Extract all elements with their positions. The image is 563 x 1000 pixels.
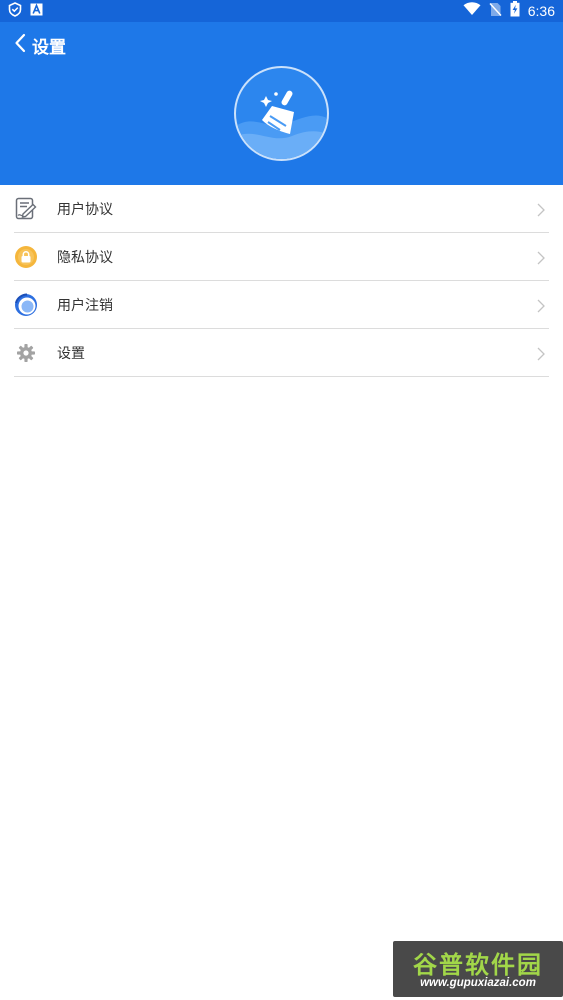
shield-icon [8, 1, 22, 21]
no-sim-icon [489, 2, 502, 21]
chevron-right-icon [537, 202, 545, 221]
chevron-right-icon [537, 298, 545, 317]
menu-item-label: 用户协议 [57, 201, 113, 218]
wifi-icon [463, 2, 481, 20]
app-logo [234, 66, 329, 161]
status-bar-left [8, 1, 43, 21]
watermark: 谷普软件园 www.gupuxiazai.com [393, 941, 563, 997]
status-time: 6:36 [527, 3, 555, 19]
gear-icon [14, 341, 38, 365]
watermark-title: 谷普软件园 [413, 951, 543, 979]
back-button[interactable]: 设置 [14, 33, 66, 58]
chevron-right-icon [537, 250, 545, 269]
chevron-left-icon [14, 33, 26, 57]
app-a-icon [30, 2, 43, 20]
menu-item-label: 设置 [57, 345, 85, 362]
document-sign-icon [14, 197, 38, 221]
menu-item-privacy-agreement[interactable]: 隐私协议 [14, 233, 549, 281]
watermark-url: www.gupuxiazai.com [420, 977, 536, 989]
user-cancel-icon [14, 293, 38, 317]
menu-item-label: 用户注销 [57, 297, 113, 314]
broom-icon [236, 90, 327, 159]
status-bar: 6:36 [0, 0, 563, 22]
menu-item-account-cancel[interactable]: 用户注销 [14, 281, 549, 329]
menu-item-label: 隐私协议 [57, 249, 113, 266]
page-title: 设置 [32, 37, 66, 58]
settings-menu: 用户协议 隐私协议 用户注销 设置 [0, 185, 563, 377]
menu-item-settings[interactable]: 设置 [14, 329, 549, 377]
menu-item-user-agreement[interactable]: 用户协议 [14, 185, 549, 233]
privacy-lock-icon [14, 245, 38, 269]
battery-charging-icon [510, 1, 520, 21]
status-bar-right: 6:36 [463, 1, 555, 21]
chevron-right-icon [537, 346, 545, 365]
settings-header: 设置 [0, 22, 563, 185]
